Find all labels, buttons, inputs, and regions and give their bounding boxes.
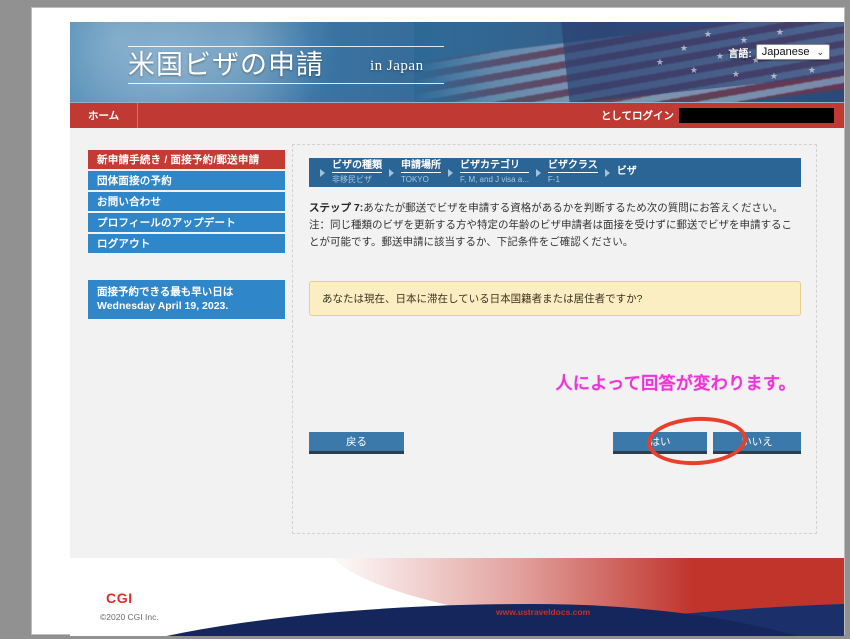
chevron-right-icon bbox=[536, 169, 541, 177]
site-banner: ★ ★ ★ ★ ★ ★ ★ ★ ★ ★ ★ ★ 米国ビザの申請 in Japan bbox=[70, 22, 844, 102]
flag-star: ★ bbox=[776, 28, 784, 37]
sidebar-item-update-profile[interactable]: プロフィールのアップデート bbox=[88, 213, 285, 232]
site-subtitle: in Japan bbox=[370, 58, 424, 75]
flag-stripes bbox=[414, 22, 844, 102]
breadcrumb-item-visa[interactable]: ビザ bbox=[617, 167, 637, 178]
breadcrumb-title: ビザ bbox=[617, 167, 637, 178]
page-content: 新申請手続き / 面接予約/郵送申請 団体面接の予約 お問い合わせ プロフィール… bbox=[70, 128, 844, 558]
back-button[interactable]: 戻る bbox=[309, 432, 404, 454]
no-button[interactable]: いいえ bbox=[713, 432, 801, 454]
copyright-text: ©2020 CGI Inc. bbox=[100, 612, 159, 622]
breadcrumb-item-post[interactable]: 申請場所 TOKYO bbox=[401, 161, 441, 185]
earliest-appointment-date: Wednesday April 19, 2023. bbox=[97, 299, 285, 313]
breadcrumb-value: F-1 bbox=[548, 175, 598, 185]
sidebar-menu: 新申請手続き / 面接予約/郵送申請 団体面接の予約 お問い合わせ プロフィール… bbox=[88, 150, 285, 255]
nav-user-area: としてログイン bbox=[601, 108, 844, 123]
language-dropdown-value: Japanese bbox=[762, 46, 810, 58]
breadcrumb-item-visa-type[interactable]: ビザの種類 非移民ビザ bbox=[332, 161, 382, 185]
main-panel: ビザの種類 非移民ビザ 申請場所 TOKYO ビザカテゴリ F, M, and … bbox=[292, 144, 817, 534]
chevron-right-icon bbox=[389, 169, 394, 177]
breadcrumb-title: ビザの種類 bbox=[332, 161, 382, 173]
question-text: あなたは現在、日本に滞在している日本国籍者または居住者ですか? bbox=[322, 293, 643, 305]
chevron-right-icon bbox=[320, 169, 325, 177]
earliest-appointment-box: 面接予約できる最も早い日は Wednesday April 19, 2023. bbox=[88, 280, 285, 319]
footer-url[interactable]: www.ustraveldocs.com bbox=[496, 607, 590, 617]
flag-star: ★ bbox=[656, 58, 664, 67]
flag-canton bbox=[560, 22, 844, 102]
flag-star: ★ bbox=[808, 66, 816, 75]
username-redaction-box bbox=[679, 108, 834, 123]
breadcrumb-title: ビザカテゴリ bbox=[460, 161, 529, 173]
flag-star: ★ bbox=[680, 44, 688, 53]
step-body: あなたが郵送でビザを申請する資格があるかを判断するため次の質問にお答えください。… bbox=[309, 202, 792, 248]
flag-star: ★ bbox=[770, 72, 778, 81]
chevron-down-icon: ⌄ bbox=[816, 47, 824, 58]
annotation-text: 人によって回答が変わります。 bbox=[555, 369, 796, 394]
yes-button[interactable]: はい bbox=[613, 432, 707, 454]
nav-item-home[interactable]: ホーム bbox=[70, 103, 138, 128]
question-highlight-box: あなたは現在、日本に滞在している日本国籍者または居住者ですか? bbox=[309, 281, 801, 316]
action-button-row: 戻る はい いいえ bbox=[309, 432, 801, 456]
sidebar-item-logout[interactable]: ログアウト bbox=[88, 234, 285, 253]
main-navbar: ホーム としてログイン bbox=[70, 102, 844, 128]
site-footer: CGI ©2020 CGI Inc. www.ustraveldocs.com bbox=[70, 558, 844, 636]
flag-star: ★ bbox=[704, 30, 712, 39]
breadcrumb: ビザの種類 非移民ビザ 申請場所 TOKYO ビザカテゴリ F, M, and … bbox=[309, 158, 801, 187]
breadcrumb-title: ビザクラス bbox=[548, 161, 598, 173]
cgi-logo: CGI bbox=[106, 590, 133, 606]
chevron-right-icon bbox=[448, 169, 453, 177]
breadcrumb-title: 申請場所 bbox=[401, 161, 441, 173]
earliest-appointment-label: 面接予約できる最も早い日は bbox=[97, 285, 285, 299]
flag-star: ★ bbox=[716, 52, 724, 61]
breadcrumb-value: TOKYO bbox=[401, 175, 441, 185]
chevron-right-icon bbox=[605, 169, 610, 177]
step-label: ステップ 7: bbox=[309, 202, 363, 214]
sidebar-item-new-application[interactable]: 新申請手続き / 面接予約/郵送申請 bbox=[88, 150, 285, 169]
flag-star: ★ bbox=[732, 70, 740, 79]
logged-in-as-label: としてログイン bbox=[601, 108, 674, 123]
us-flag-image: ★ ★ ★ ★ ★ ★ ★ ★ ★ ★ ★ ★ bbox=[414, 22, 844, 102]
breadcrumb-value: 非移民ビザ bbox=[332, 175, 382, 185]
language-dropdown[interactable]: Japanese ⌄ bbox=[756, 44, 830, 60]
browser-frame: ★ ★ ★ ★ ★ ★ ★ ★ ★ ★ ★ ★ 米国ビザの申請 in Japan bbox=[32, 8, 844, 634]
flag-star: ★ bbox=[690, 66, 698, 75]
language-label: 言語: bbox=[728, 45, 751, 60]
breadcrumb-item-visa-category[interactable]: ビザカテゴリ F, M, and J visa a... bbox=[460, 161, 529, 185]
step-instruction: ステップ 7:あなたが郵送でビザを申請する資格があるかを判断するため次の質問にお… bbox=[309, 200, 801, 251]
language-selector[interactable]: 言語: Japanese ⌄ bbox=[728, 44, 830, 60]
sidebar-item-contact-us[interactable]: お問い合わせ bbox=[88, 192, 285, 211]
breadcrumb-value: F, M, and J visa a... bbox=[460, 175, 529, 185]
sidebar-item-group-appointment[interactable]: 団体面接の予約 bbox=[88, 171, 285, 190]
page-shell: ★ ★ ★ ★ ★ ★ ★ ★ ★ ★ ★ ★ 米国ビザの申請 in Japan bbox=[70, 22, 844, 636]
breadcrumb-item-visa-class[interactable]: ビザクラス F-1 bbox=[548, 161, 598, 185]
screenshot-root: ★ ★ ★ ★ ★ ★ ★ ★ ★ ★ ★ ★ 米国ビザの申請 in Japan bbox=[0, 0, 850, 639]
